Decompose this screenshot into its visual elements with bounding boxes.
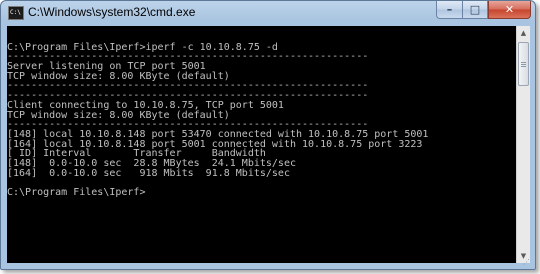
window-title: C:\Windows\system32\cmd.exe bbox=[28, 5, 196, 19]
console-prompt-line: C:\Program Files\Iperf> bbox=[7, 187, 146, 198]
resize-grip-icon[interactable]: ⋰ bbox=[523, 258, 531, 266]
maximize-button[interactable]: □ bbox=[462, 1, 488, 19]
console-text: C:\Program Files\Iperf>iperf -c 10.10.8.… bbox=[7, 26, 516, 198]
cmd-window: C:\ C:\Windows\system32\cmd.exe – □ ✕ C:… bbox=[0, 0, 536, 270]
minimize-button[interactable]: – bbox=[436, 1, 462, 19]
close-button[interactable]: ✕ bbox=[488, 1, 531, 19]
cmd-app-icon[interactable]: C:\ bbox=[8, 6, 24, 20]
title-bar[interactable]: C:\ C:\Windows\system32\cmd.exe – □ ✕ bbox=[1, 1, 535, 25]
thumb-grip bbox=[521, 62, 526, 63]
thumb-grip bbox=[521, 64, 526, 65]
scroll-up-arrow-icon[interactable]: ▲ bbox=[517, 26, 530, 40]
caption-buttons: – □ ✕ bbox=[436, 1, 531, 19]
console-output[interactable]: C:\Program Files\Iperf>iperf -c 10.10.8.… bbox=[7, 26, 516, 263]
console-line: [164] 0.0-10.0 sec 918 Mbits 91.8 Mbits/… bbox=[7, 167, 290, 179]
thumb-grip bbox=[521, 66, 526, 67]
vertical-scrollbar[interactable]: ▲ ▼ bbox=[516, 26, 530, 263]
scroll-thumb[interactable] bbox=[518, 42, 529, 86]
